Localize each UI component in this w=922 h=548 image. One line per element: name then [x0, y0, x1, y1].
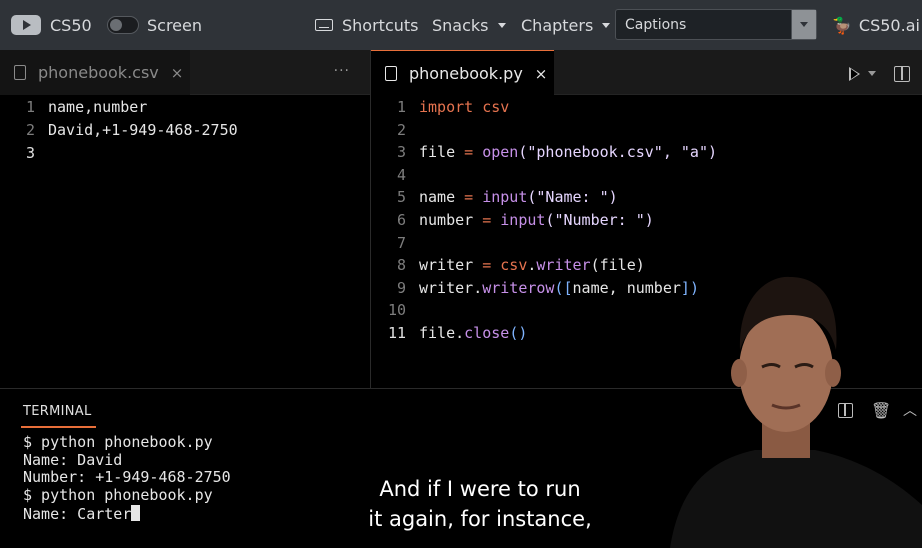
code-line: 7: [396, 234, 406, 252]
more-actions-icon[interactable]: ···: [334, 63, 350, 79]
terminal-line: Number: +1-949-468-2750: [23, 468, 231, 487]
terminal-line: $ python phonebook.py: [23, 433, 213, 451]
chapters-dropdown[interactable]: Chapters: [521, 0, 611, 50]
captions-value: Captions: [625, 17, 687, 33]
close-icon[interactable]: ×: [171, 64, 184, 82]
code-line: 5 name = input("Name: "): [396, 188, 618, 206]
file-icon: [14, 65, 26, 80]
screen-toggle[interactable]: [107, 16, 139, 34]
split-editor-icon[interactable]: [894, 66, 910, 82]
code-line: 3 file = open("phonebook.csv", "a"): [396, 143, 718, 161]
tab-phonebook-csv[interactable]: phonebook.csv ×: [0, 50, 190, 95]
close-icon[interactable]: ×: [535, 65, 548, 83]
shortcuts-label: Shortcuts: [342, 15, 419, 35]
terminal-cursor: [131, 504, 141, 521]
tab-label: phonebook.csv: [38, 63, 159, 82]
youtube-play-icon[interactable]: [11, 15, 41, 35]
editor-pane-left: phonebook.csv × ··· 1 name,number 2 David,…: [0, 50, 370, 388]
caption-overlay: And if I were to run it again, for insta…: [360, 472, 600, 536]
presenter-ear: [731, 359, 747, 387]
chevron-down-icon: [497, 22, 506, 28]
terminal-line-current: Name: Carter: [23, 504, 231, 523]
keyboard-icon: [315, 19, 333, 31]
screen-label: Screen: [147, 15, 203, 35]
run-icon[interactable]: [849, 67, 860, 81]
terminal-input-text: Name: Carter: [23, 504, 132, 523]
chevron-down-icon[interactable]: [868, 71, 876, 76]
code-line: 3: [25, 144, 35, 162]
code-line: 6 number = input("Number: "): [396, 211, 654, 229]
code-line: 2: [396, 121, 406, 139]
caption-line: And if I were to run: [379, 477, 581, 501]
code-line: 2 David,+1-949-468-2750: [25, 121, 238, 139]
tab-phonebook-py[interactable]: phonebook.py ×: [371, 50, 554, 96]
code-line: 10: [387, 301, 406, 319]
terminal-line: Name: David: [23, 450, 123, 469]
code-line: 11 file.close(): [387, 324, 528, 342]
snacks-label: Snacks: [432, 15, 489, 35]
tab-strip-left: phonebook.csv × ···: [0, 50, 370, 95]
snacks-dropdown[interactable]: Snacks: [432, 0, 506, 50]
presenter-ear: [825, 359, 841, 387]
presenter-shirt: [670, 450, 922, 548]
chapters-label: Chapters: [521, 15, 594, 35]
cs50-ai-button[interactable]: 🦆 CS50.ai: [832, 0, 920, 50]
code-line: 8 writer = csv.writer(file): [396, 256, 645, 274]
caption-line: it again, for instance,: [368, 507, 592, 531]
terminal-tab-underline: [21, 426, 96, 428]
shortcuts-button[interactable]: Shortcuts: [315, 0, 418, 50]
file-icon: [385, 66, 397, 81]
presenter-video: [670, 276, 922, 548]
terminal-tab[interactable]: TERMINAL: [23, 404, 92, 419]
captions-dropdown-button[interactable]: [791, 10, 816, 39]
captions-select[interactable]: Captions: [615, 9, 817, 40]
tab-label: phonebook.py: [409, 64, 523, 83]
terminal-line: $ python phonebook.py: [23, 486, 213, 505]
cs50-ai-label: CS50.ai: [858, 15, 920, 35]
terminal-output[interactable]: $ python phonebook.py Name: David Number…: [23, 433, 231, 523]
tab-strip-right: phonebook.py ×: [371, 50, 922, 96]
code-line: 1 name,number: [25, 98, 148, 116]
code-line: 1 import csv: [396, 98, 510, 116]
chevron-down-icon: [602, 22, 611, 28]
top-bar: CS50 Screen Shortcuts Snacks Chapters Ca…: [0, 0, 922, 50]
duck-icon: 🦆: [832, 15, 852, 35]
code-line: 4: [396, 166, 406, 184]
brand-title: CS50: [50, 15, 92, 35]
